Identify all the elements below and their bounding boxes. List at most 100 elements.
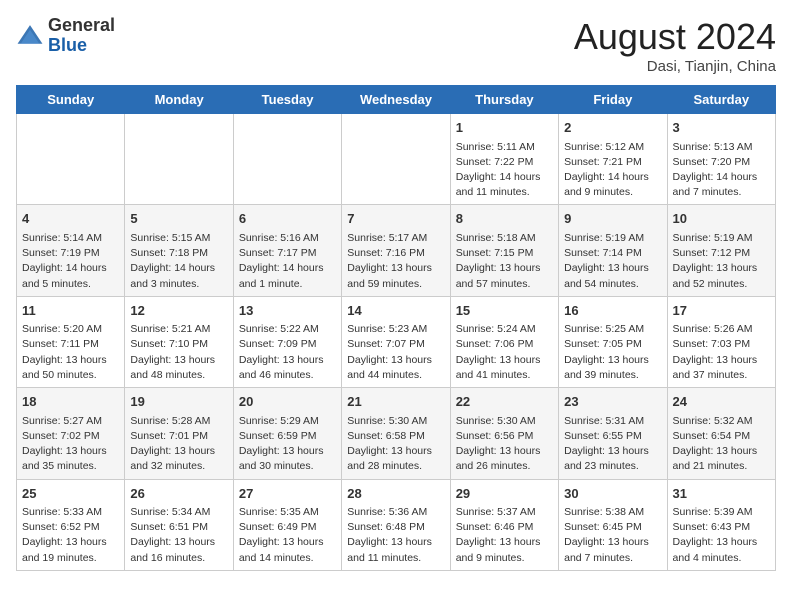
day-info: Sunrise: 5:34 AM Sunset: 6:51 PM Dayligh… bbox=[130, 505, 227, 566]
day-info: Sunrise: 5:26 AM Sunset: 7:03 PM Dayligh… bbox=[673, 322, 770, 383]
calendar-cell: 23Sunrise: 5:31 AM Sunset: 6:55 PM Dayli… bbox=[559, 388, 667, 479]
day-number: 23 bbox=[564, 392, 661, 412]
day-info: Sunrise: 5:25 AM Sunset: 7:05 PM Dayligh… bbox=[564, 322, 661, 383]
day-info: Sunrise: 5:19 AM Sunset: 7:12 PM Dayligh… bbox=[673, 231, 770, 292]
calendar-cell: 16Sunrise: 5:25 AM Sunset: 7:05 PM Dayli… bbox=[559, 296, 667, 387]
calendar-cell: 28Sunrise: 5:36 AM Sunset: 6:48 PM Dayli… bbox=[342, 479, 450, 570]
location-text: Dasi, Tianjin, China bbox=[574, 58, 776, 75]
calendar-cell: 15Sunrise: 5:24 AM Sunset: 7:06 PM Dayli… bbox=[450, 296, 558, 387]
day-number: 31 bbox=[673, 484, 770, 504]
calendar-cell: 11Sunrise: 5:20 AM Sunset: 7:11 PM Dayli… bbox=[17, 296, 125, 387]
weekday-header-thursday: Thursday bbox=[450, 86, 558, 114]
day-number: 1 bbox=[456, 118, 553, 138]
day-number: 27 bbox=[239, 484, 336, 504]
calendar-table: SundayMondayTuesdayWednesdayThursdayFrid… bbox=[16, 85, 776, 571]
day-number: 28 bbox=[347, 484, 444, 504]
day-number: 30 bbox=[564, 484, 661, 504]
day-number: 16 bbox=[564, 301, 661, 321]
day-info: Sunrise: 5:31 AM Sunset: 6:55 PM Dayligh… bbox=[564, 414, 661, 475]
day-number: 25 bbox=[22, 484, 119, 504]
calendar-cell: 30Sunrise: 5:38 AM Sunset: 6:45 PM Dayli… bbox=[559, 479, 667, 570]
day-info: Sunrise: 5:20 AM Sunset: 7:11 PM Dayligh… bbox=[22, 322, 119, 383]
calendar-cell: 9Sunrise: 5:19 AM Sunset: 7:14 PM Daylig… bbox=[559, 205, 667, 296]
day-number: 12 bbox=[130, 301, 227, 321]
day-number: 4 bbox=[22, 209, 119, 229]
day-info: Sunrise: 5:28 AM Sunset: 7:01 PM Dayligh… bbox=[130, 414, 227, 475]
calendar-cell: 17Sunrise: 5:26 AM Sunset: 7:03 PM Dayli… bbox=[667, 296, 775, 387]
calendar-week-row: 25Sunrise: 5:33 AM Sunset: 6:52 PM Dayli… bbox=[17, 479, 776, 570]
day-info: Sunrise: 5:37 AM Sunset: 6:46 PM Dayligh… bbox=[456, 505, 553, 566]
calendar-cell: 24Sunrise: 5:32 AM Sunset: 6:54 PM Dayli… bbox=[667, 388, 775, 479]
day-number: 21 bbox=[347, 392, 444, 412]
day-info: Sunrise: 5:12 AM Sunset: 7:21 PM Dayligh… bbox=[564, 140, 661, 201]
day-number: 15 bbox=[456, 301, 553, 321]
page-header: General Blue August 2024 Dasi, Tianjin, … bbox=[16, 16, 776, 75]
calendar-cell bbox=[233, 114, 341, 205]
day-info: Sunrise: 5:24 AM Sunset: 7:06 PM Dayligh… bbox=[456, 322, 553, 383]
calendar-cell: 26Sunrise: 5:34 AM Sunset: 6:51 PM Dayli… bbox=[125, 479, 233, 570]
calendar-cell: 25Sunrise: 5:33 AM Sunset: 6:52 PM Dayli… bbox=[17, 479, 125, 570]
day-info: Sunrise: 5:13 AM Sunset: 7:20 PM Dayligh… bbox=[673, 140, 770, 201]
calendar-cell: 7Sunrise: 5:17 AM Sunset: 7:16 PM Daylig… bbox=[342, 205, 450, 296]
calendar-cell: 21Sunrise: 5:30 AM Sunset: 6:58 PM Dayli… bbox=[342, 388, 450, 479]
day-info: Sunrise: 5:17 AM Sunset: 7:16 PM Dayligh… bbox=[347, 231, 444, 292]
calendar-week-row: 11Sunrise: 5:20 AM Sunset: 7:11 PM Dayli… bbox=[17, 296, 776, 387]
day-number: 3 bbox=[673, 118, 770, 138]
calendar-cell: 10Sunrise: 5:19 AM Sunset: 7:12 PM Dayli… bbox=[667, 205, 775, 296]
day-info: Sunrise: 5:33 AM Sunset: 6:52 PM Dayligh… bbox=[22, 505, 119, 566]
day-number: 14 bbox=[347, 301, 444, 321]
day-number: 20 bbox=[239, 392, 336, 412]
calendar-cell: 27Sunrise: 5:35 AM Sunset: 6:49 PM Dayli… bbox=[233, 479, 341, 570]
day-number: 6 bbox=[239, 209, 336, 229]
calendar-week-row: 1Sunrise: 5:11 AM Sunset: 7:22 PM Daylig… bbox=[17, 114, 776, 205]
day-info: Sunrise: 5:30 AM Sunset: 6:56 PM Dayligh… bbox=[456, 414, 553, 475]
day-number: 10 bbox=[673, 209, 770, 229]
weekday-header-wednesday: Wednesday bbox=[342, 86, 450, 114]
calendar-cell: 2Sunrise: 5:12 AM Sunset: 7:21 PM Daylig… bbox=[559, 114, 667, 205]
day-info: Sunrise: 5:35 AM Sunset: 6:49 PM Dayligh… bbox=[239, 505, 336, 566]
calendar-cell: 14Sunrise: 5:23 AM Sunset: 7:07 PM Dayli… bbox=[342, 296, 450, 387]
calendar-cell: 22Sunrise: 5:30 AM Sunset: 6:56 PM Dayli… bbox=[450, 388, 558, 479]
weekday-header-tuesday: Tuesday bbox=[233, 86, 341, 114]
logo: General Blue bbox=[16, 16, 115, 56]
calendar-cell: 29Sunrise: 5:37 AM Sunset: 6:46 PM Dayli… bbox=[450, 479, 558, 570]
calendar-cell: 13Sunrise: 5:22 AM Sunset: 7:09 PM Dayli… bbox=[233, 296, 341, 387]
day-number: 17 bbox=[673, 301, 770, 321]
weekday-header-saturday: Saturday bbox=[667, 86, 775, 114]
day-number: 5 bbox=[130, 209, 227, 229]
day-info: Sunrise: 5:15 AM Sunset: 7:18 PM Dayligh… bbox=[130, 231, 227, 292]
day-number: 11 bbox=[22, 301, 119, 321]
logo-general-text: General bbox=[48, 15, 115, 35]
day-info: Sunrise: 5:14 AM Sunset: 7:19 PM Dayligh… bbox=[22, 231, 119, 292]
day-number: 29 bbox=[456, 484, 553, 504]
calendar-cell: 8Sunrise: 5:18 AM Sunset: 7:15 PM Daylig… bbox=[450, 205, 558, 296]
calendar-cell: 12Sunrise: 5:21 AM Sunset: 7:10 PM Dayli… bbox=[125, 296, 233, 387]
calendar-week-row: 4Sunrise: 5:14 AM Sunset: 7:19 PM Daylig… bbox=[17, 205, 776, 296]
calendar-cell: 31Sunrise: 5:39 AM Sunset: 6:43 PM Dayli… bbox=[667, 479, 775, 570]
weekday-header-monday: Monday bbox=[125, 86, 233, 114]
logo-icon bbox=[16, 22, 44, 50]
calendar-week-row: 18Sunrise: 5:27 AM Sunset: 7:02 PM Dayli… bbox=[17, 388, 776, 479]
day-number: 9 bbox=[564, 209, 661, 229]
day-number: 18 bbox=[22, 392, 119, 412]
day-info: Sunrise: 5:22 AM Sunset: 7:09 PM Dayligh… bbox=[239, 322, 336, 383]
day-info: Sunrise: 5:16 AM Sunset: 7:17 PM Dayligh… bbox=[239, 231, 336, 292]
calendar-cell: 3Sunrise: 5:13 AM Sunset: 7:20 PM Daylig… bbox=[667, 114, 775, 205]
calendar-cell: 18Sunrise: 5:27 AM Sunset: 7:02 PM Dayli… bbox=[17, 388, 125, 479]
day-number: 8 bbox=[456, 209, 553, 229]
calendar-header: SundayMondayTuesdayWednesdayThursdayFrid… bbox=[17, 86, 776, 114]
day-info: Sunrise: 5:11 AM Sunset: 7:22 PM Dayligh… bbox=[456, 140, 553, 201]
day-info: Sunrise: 5:32 AM Sunset: 6:54 PM Dayligh… bbox=[673, 414, 770, 475]
day-number: 22 bbox=[456, 392, 553, 412]
calendar-cell: 5Sunrise: 5:15 AM Sunset: 7:18 PM Daylig… bbox=[125, 205, 233, 296]
day-info: Sunrise: 5:27 AM Sunset: 7:02 PM Dayligh… bbox=[22, 414, 119, 475]
day-number: 13 bbox=[239, 301, 336, 321]
day-number: 19 bbox=[130, 392, 227, 412]
day-info: Sunrise: 5:36 AM Sunset: 6:48 PM Dayligh… bbox=[347, 505, 444, 566]
calendar-cell: 1Sunrise: 5:11 AM Sunset: 7:22 PM Daylig… bbox=[450, 114, 558, 205]
calendar-cell bbox=[342, 114, 450, 205]
day-info: Sunrise: 5:21 AM Sunset: 7:10 PM Dayligh… bbox=[130, 322, 227, 383]
calendar-cell: 6Sunrise: 5:16 AM Sunset: 7:17 PM Daylig… bbox=[233, 205, 341, 296]
calendar-cell: 4Sunrise: 5:14 AM Sunset: 7:19 PM Daylig… bbox=[17, 205, 125, 296]
day-number: 26 bbox=[130, 484, 227, 504]
